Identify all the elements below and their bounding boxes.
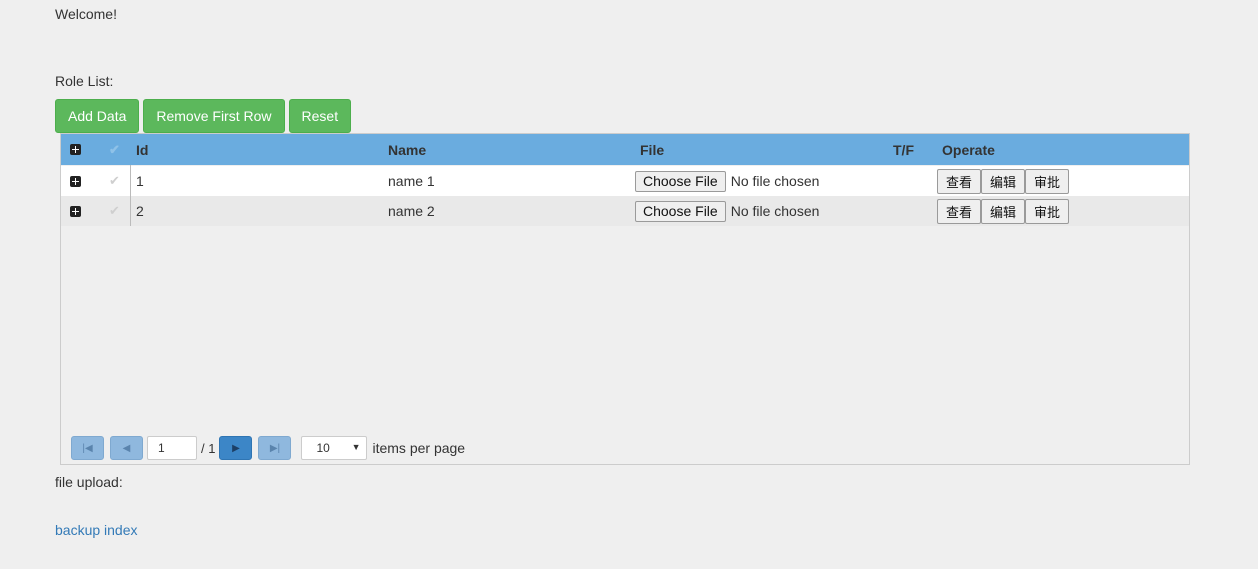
table-row[interactable]: ✔ 2 name 2 Choose File No file chosen 查看…	[61, 196, 1189, 226]
chevron-down-icon: ▼	[351, 442, 361, 452]
file-status: No file chosen	[730, 173, 820, 189]
view-button[interactable]: 查看	[937, 168, 981, 194]
header-tf[interactable]: T/F	[893, 134, 914, 165]
page-size-select[interactable]: 10 ▼	[301, 436, 368, 460]
header-id[interactable]: Id	[136, 134, 148, 165]
prev-page-icon[interactable]: ◀	[110, 436, 143, 460]
last-page-icon[interactable]: ▶|	[258, 436, 292, 460]
cell-file: Choose File No file chosen	[635, 196, 819, 226]
view-button[interactable]: 查看	[937, 198, 981, 224]
remove-first-row-button[interactable]: Remove First Row	[143, 99, 285, 133]
file-status: No file chosen	[730, 203, 820, 219]
header-file[interactable]: File	[640, 134, 664, 165]
edit-button[interactable]: 编辑	[981, 168, 1025, 194]
column-divider	[130, 165, 131, 226]
header-name[interactable]: Name	[388, 134, 426, 165]
page-separator: / 1	[201, 441, 215, 456]
cell-id: 1	[136, 173, 144, 189]
row-checkbox[interactable]: ✔	[109, 166, 120, 196]
choose-file-button[interactable]: Choose File	[635, 170, 726, 192]
table-row[interactable]: ✔ 1 name 1 Choose File No file chosen 查看…	[61, 166, 1189, 196]
pager: |◀ ◀ 1 / 1 ▶ ▶| 10 ▼ items per page	[71, 435, 465, 461]
file-upload-label: file upload:	[55, 474, 123, 490]
expand-row-icon[interactable]	[70, 196, 81, 226]
grid-header: ✔ Id Name File T/F Operate	[61, 134, 1189, 165]
reset-button[interactable]: Reset	[288, 99, 352, 133]
page-size-value: 10	[316, 441, 330, 455]
edit-button[interactable]: 编辑	[981, 198, 1025, 224]
expand-row-icon[interactable]	[70, 166, 81, 196]
page-number-input[interactable]: 1	[147, 436, 197, 460]
role-grid: ✔ Id Name File T/F Operate ✔ 1 name 1 Ch…	[60, 133, 1190, 465]
add-data-button[interactable]: Add Data	[55, 99, 140, 133]
cell-operate: 查看 编辑 审批	[937, 166, 1069, 196]
cell-id: 2	[136, 203, 144, 219]
cell-name: name 1	[388, 173, 435, 189]
next-page-icon[interactable]: ▶	[219, 436, 253, 460]
toolbar: Add Data Remove First Row Reset	[55, 99, 352, 133]
choose-file-button[interactable]: Choose File	[635, 200, 726, 222]
row-checkbox[interactable]: ✔	[109, 196, 120, 226]
page-separator-slash: /	[201, 440, 205, 456]
cell-file: Choose File No file chosen	[635, 166, 819, 196]
total-pages: 1	[208, 440, 216, 456]
items-per-page-label: items per page	[372, 440, 466, 456]
expand-all-icon[interactable]	[70, 134, 81, 165]
select-all-checkbox[interactable]: ✔	[109, 134, 120, 165]
cell-operate: 查看 编辑 审批	[937, 196, 1069, 226]
header-operate[interactable]: Operate	[942, 134, 995, 165]
first-page-icon[interactable]: |◀	[71, 436, 104, 460]
role-list-label: Role List:	[55, 73, 114, 89]
approve-button[interactable]: 审批	[1025, 168, 1069, 194]
welcome-text: Welcome!	[55, 6, 117, 22]
cell-name: name 2	[388, 203, 435, 219]
approve-button[interactable]: 审批	[1025, 198, 1069, 224]
backup-index-link[interactable]: backup index	[55, 522, 138, 538]
